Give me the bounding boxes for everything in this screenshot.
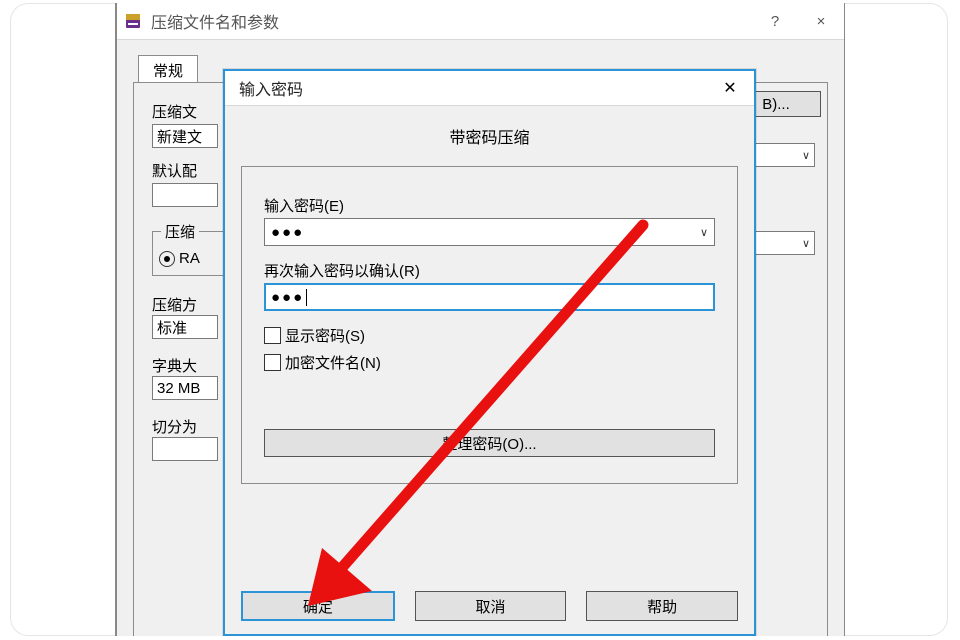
radio-dot-icon bbox=[159, 251, 175, 267]
password-group: 输入密码(E) ●●● ∨ 再次输入密码以确认(R) ●●● 显示密码(S) 加… bbox=[241, 166, 738, 484]
archive-dialog-title: 压缩文件名和参数 bbox=[151, 9, 279, 33]
compress-method-label: 压缩方 bbox=[152, 294, 222, 315]
default-profile-label: 默认配 bbox=[152, 160, 222, 181]
split-combo[interactable] bbox=[152, 437, 218, 461]
password-dialog: 输入密码 ✕ 带密码压缩 输入密码(E) ●●● ∨ 再次输入密码以确认(R) … bbox=[223, 69, 756, 636]
winrar-icon bbox=[123, 11, 143, 31]
reenter-password-label: 再次输入密码以确认(R) bbox=[264, 260, 715, 281]
checkbox-icon bbox=[264, 327, 281, 344]
enter-password-label: 输入密码(E) bbox=[264, 195, 715, 216]
password-cancel-button[interactable]: 取消 bbox=[415, 591, 567, 621]
close-button[interactable]: × bbox=[798, 3, 844, 39]
password-dialog-title-bar: 输入密码 ✕ bbox=[225, 71, 754, 106]
password-ok-button[interactable]: 确定 bbox=[241, 591, 395, 621]
format-legend: 压缩 bbox=[161, 221, 199, 242]
organize-passwords-button[interactable]: 整理密码(O)... bbox=[264, 429, 715, 457]
dictionary-size-combo[interactable]: 32 MB bbox=[152, 376, 218, 400]
split-label: 切分为 bbox=[152, 416, 222, 437]
password-heading: 带密码压缩 bbox=[241, 124, 738, 148]
chevron-down-icon: ∨ bbox=[802, 149, 810, 162]
format-rar-radio[interactable]: RA bbox=[159, 250, 225, 267]
help-button[interactable]: ? bbox=[752, 3, 798, 39]
archive-name-input[interactable]: 新建文 bbox=[152, 124, 218, 148]
chevron-down-icon: ∨ bbox=[802, 237, 810, 250]
reenter-password-input[interactable]: ●●● bbox=[264, 283, 715, 311]
tab-general[interactable]: 常规 bbox=[138, 55, 198, 83]
password-help-button[interactable]: 帮助 bbox=[586, 591, 738, 621]
archive-dialog-title-bar: 压缩文件名和参数 ? × bbox=[117, 3, 844, 40]
archive-name-label: 压缩文 bbox=[152, 101, 222, 122]
password-close-button[interactable]: ✕ bbox=[710, 71, 750, 105]
compress-method-combo[interactable]: 标准 bbox=[152, 315, 218, 339]
dictionary-size-label: 字典大 bbox=[152, 355, 222, 376]
password-dialog-title: 输入密码 bbox=[239, 76, 303, 100]
checkbox-icon bbox=[264, 354, 281, 371]
show-password-checkbox[interactable]: 显示密码(S) bbox=[264, 325, 715, 346]
encrypt-filenames-checkbox[interactable]: 加密文件名(N) bbox=[264, 352, 715, 373]
enter-password-input[interactable]: ●●● ∨ bbox=[264, 218, 715, 246]
default-profile-input[interactable] bbox=[152, 183, 218, 207]
chevron-down-icon: ∨ bbox=[700, 226, 708, 239]
